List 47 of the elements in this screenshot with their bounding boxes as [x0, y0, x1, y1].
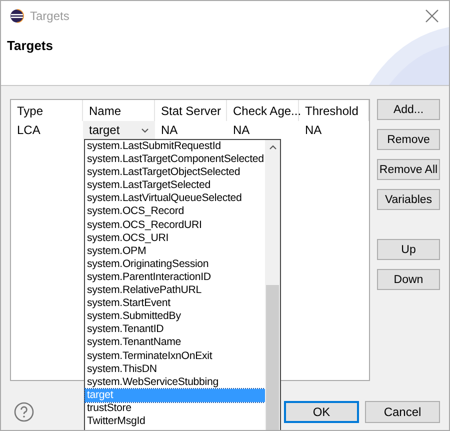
dropdown-item[interactable]: system.TenantName [85, 336, 265, 350]
dropdown-item[interactable]: system.OCS_URI [85, 232, 265, 245]
column-header[interactable]: Type [11, 100, 83, 121]
dropdown-item[interactable]: system.LastTargetSelected [85, 179, 265, 192]
dropdown-item[interactable]: system.OPM [85, 244, 265, 258]
app-icon [10, 8, 24, 22]
dropdown-item[interactable]: system.OCS_Record [85, 205, 265, 219]
dropdown-item[interactable]: system.TenantID [85, 323, 265, 336]
window-title: Targets [30, 8, 70, 22]
name-combo[interactable]: target [83, 121, 155, 139]
side-button[interactable]: Down [377, 269, 440, 290]
side-button[interactable]: Variables [377, 189, 440, 210]
dropdown-item[interactable]: system.LastTargetComponentSelected [85, 153, 265, 166]
column-header[interactable]: Stat Server [155, 100, 227, 121]
dropdown-item[interactable]: system.ParentInteractionID [85, 270, 265, 284]
dropdown-item[interactable]: system.StartEvent [85, 297, 265, 310]
dropdown-item[interactable]: system.OCS_RecordURI [85, 218, 265, 232]
dialog-button[interactable]: Cancel [365, 401, 440, 423]
column-header[interactable]: Threshold [299, 100, 369, 121]
close-icon[interactable] [425, 8, 439, 22]
table-cell-text: NA [304, 122, 323, 139]
table-cell-text: NA [232, 122, 251, 139]
side-button[interactable]: Add... [377, 99, 440, 120]
dropdown-item[interactable]: system.LastVirtualQueueSelected [85, 192, 265, 206]
scroll-thumb[interactable] [266, 285, 279, 430]
scroll-up-icon[interactable] [268, 145, 276, 150]
dropdown-item[interactable]: system.WebServiceStubbing [85, 376, 265, 389]
side-button[interactable]: Remove All [377, 159, 440, 180]
table-cell-text: LCA [16, 122, 42, 139]
dropdown-item[interactable]: TwitterMsgId [85, 414, 265, 428]
dialog-button[interactable]: OK [284, 401, 359, 423]
dropdown-item[interactable]: system.LastTargetObjectSelected [85, 166, 265, 180]
side-button[interactable]: Remove [377, 129, 440, 150]
dropdown-item[interactable]: system.OriginatingSession [85, 258, 265, 271]
caret-icon [141, 128, 149, 132]
dropdown-item[interactable]: system.RelativePathURL [85, 284, 265, 298]
dropdown-item[interactable]: system.LastSubmitRequestId [85, 140, 265, 154]
dropdown-item[interactable]: system.SubmittedBy [85, 310, 265, 324]
side-button[interactable]: Up [377, 239, 440, 260]
help-icon[interactable] [14, 402, 34, 422]
scrollbar[interactable] [265, 140, 280, 430]
dropdown-item[interactable]: system.TerminateIxnOnExit [85, 350, 265, 363]
table-cell-text: NA [160, 122, 179, 139]
dropdown-item[interactable]: trustStore [85, 402, 265, 415]
dialog-heading: Targets [7, 38, 53, 53]
column-header[interactable]: Check Age... [227, 100, 299, 121]
dropdown-item[interactable]: system.ThisDN [85, 362, 265, 376]
